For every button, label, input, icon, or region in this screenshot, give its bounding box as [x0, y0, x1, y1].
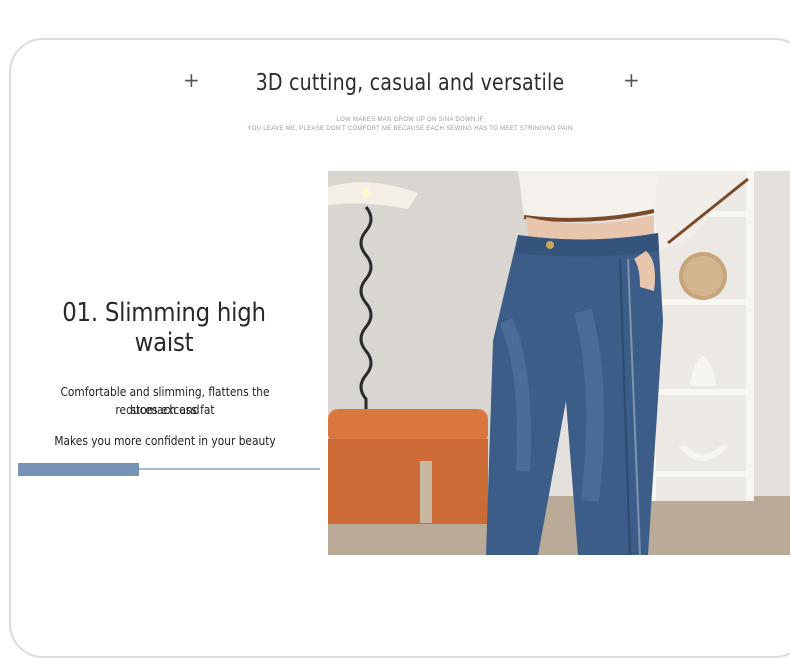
feature-description-line-3: Makes you more confident in your beauty	[54, 433, 276, 448]
feature-description-line-2: reduces excess fat	[115, 402, 215, 417]
product-photo	[328, 171, 790, 555]
subtitle-line-1: LOW MAKES MAN GROW UP ON SINA DOWN IF	[336, 117, 484, 123]
page-title: 3D cutting, casual and versatile	[255, 70, 565, 96]
feature-title: 01. Slimming high waist	[62, 298, 266, 358]
subtitle-line-2: YOU LEAVE ME, PLEASE DON'T COMFORT ME BE…	[247, 126, 573, 132]
progress-fill	[18, 463, 139, 476]
